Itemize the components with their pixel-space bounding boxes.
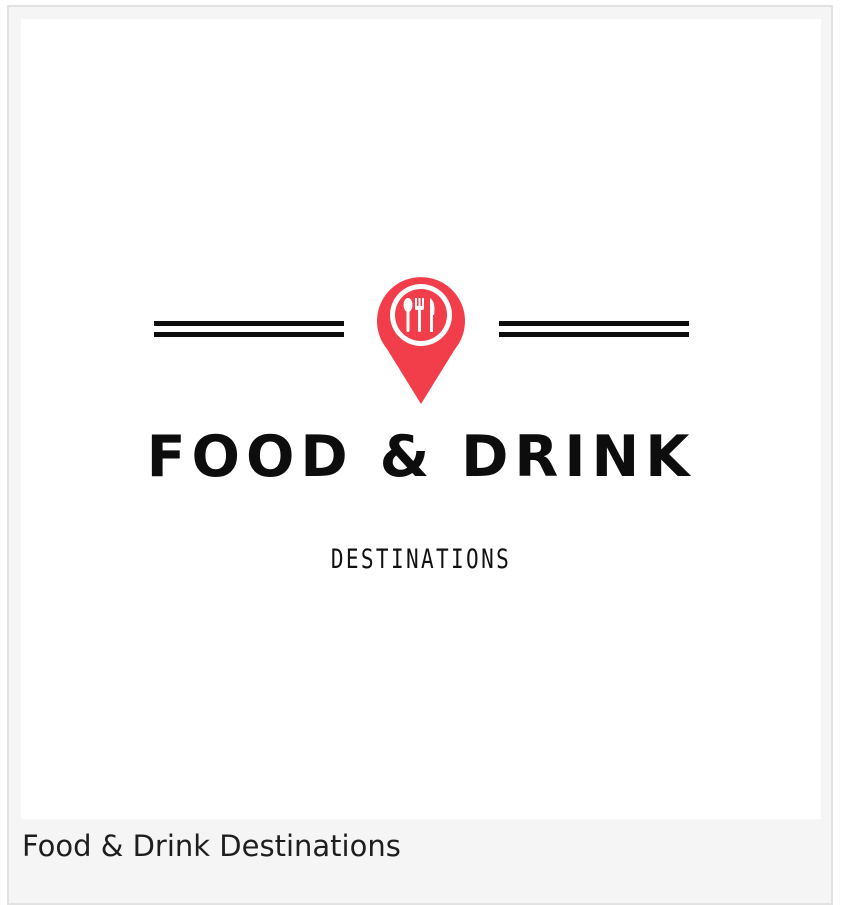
- right-divider-lines: [499, 321, 689, 337]
- logo-image[interactable]: FOOD & DRINK DESTINATIONS: [21, 19, 821, 819]
- image-caption: Food & Drink Destinations: [22, 829, 401, 863]
- left-divider-lines: [154, 321, 344, 337]
- logo-title: FOOD & DRINK: [146, 424, 696, 490]
- map-pin-utensils-icon: [377, 277, 466, 404]
- logo-graphic: [154, 277, 689, 404]
- logo-subtitle: DESTINATIONS: [330, 544, 512, 575]
- image-card[interactable]: FOOD & DRINK DESTINATIONS Food & Drink D…: [7, 5, 833, 905]
